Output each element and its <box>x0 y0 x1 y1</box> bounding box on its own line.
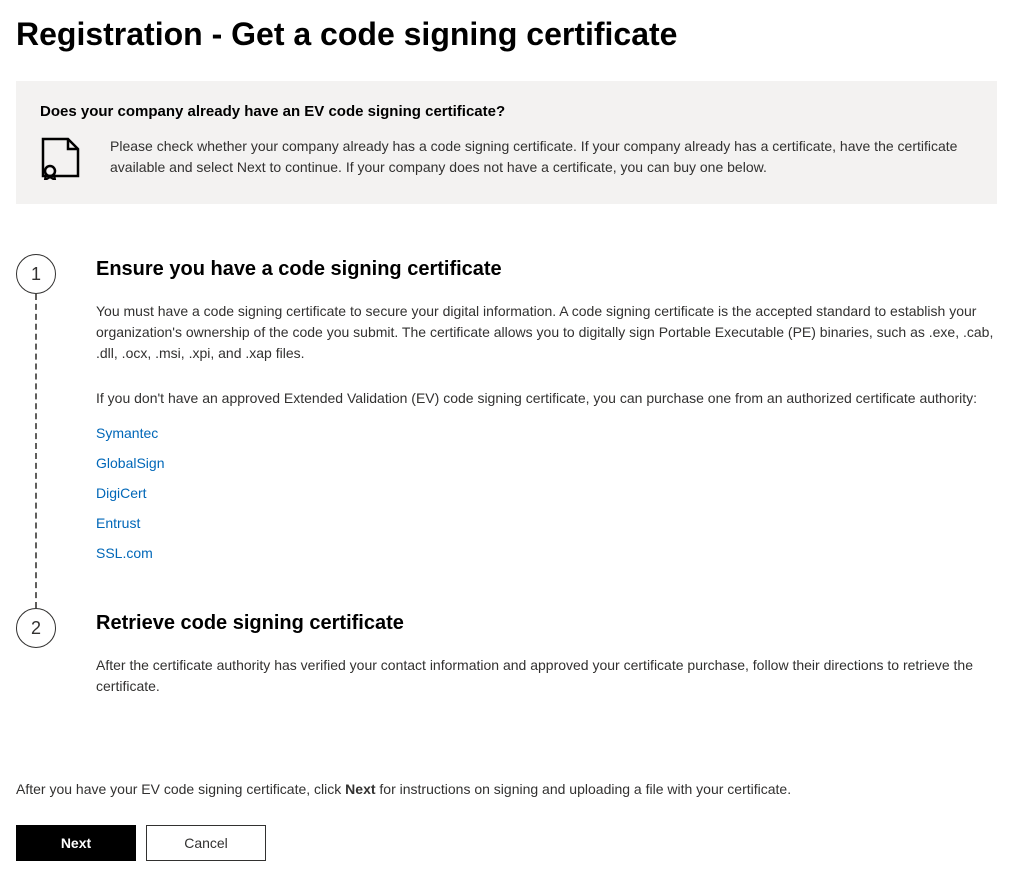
step-1-para-1: You must have a code signing certificate… <box>96 301 997 364</box>
notice-heading: Does your company already have an EV cod… <box>40 103 973 120</box>
step-2: 2 Retrieve code signing certificate Afte… <box>16 608 997 721</box>
ca-link-entrust[interactable]: Entrust <box>96 515 140 531</box>
step-number-2: 2 <box>16 608 56 648</box>
step-2-para-1: After the certificate authority has veri… <box>96 655 997 697</box>
step-2-heading: Retrieve code signing certificate <box>96 612 997 635</box>
next-button[interactable]: Next <box>16 825 136 861</box>
ca-link-list: Symantec GlobalSign DigiCert Entrust SSL… <box>96 425 997 563</box>
ca-link-symantec[interactable]: Symantec <box>96 425 158 441</box>
ca-link-digicert[interactable]: DigiCert <box>96 485 147 501</box>
step-number-1: 1 <box>16 254 56 294</box>
ca-link-sslcom[interactable]: SSL.com <box>96 545 153 561</box>
certificate-icon <box>40 136 82 180</box>
steps-container: 1 Ensure you have a code signing certifi… <box>16 254 997 721</box>
ca-link-globalsign[interactable]: GlobalSign <box>96 455 165 471</box>
button-row: Next Cancel <box>16 825 997 861</box>
step-1-para-2: If you don't have an approved Extended V… <box>96 388 997 409</box>
step-1: 1 Ensure you have a code signing certifi… <box>16 254 997 608</box>
step-1-heading: Ensure you have a code signing certifica… <box>96 258 997 281</box>
cancel-button[interactable]: Cancel <box>146 825 266 861</box>
footer-instruction: After you have your EV code signing cert… <box>16 781 997 797</box>
notice-text: Please check whether your company alread… <box>110 136 973 178</box>
notice-box: Does your company already have an EV cod… <box>16 81 997 204</box>
page-title: Registration - Get a code signing certif… <box>16 16 997 53</box>
